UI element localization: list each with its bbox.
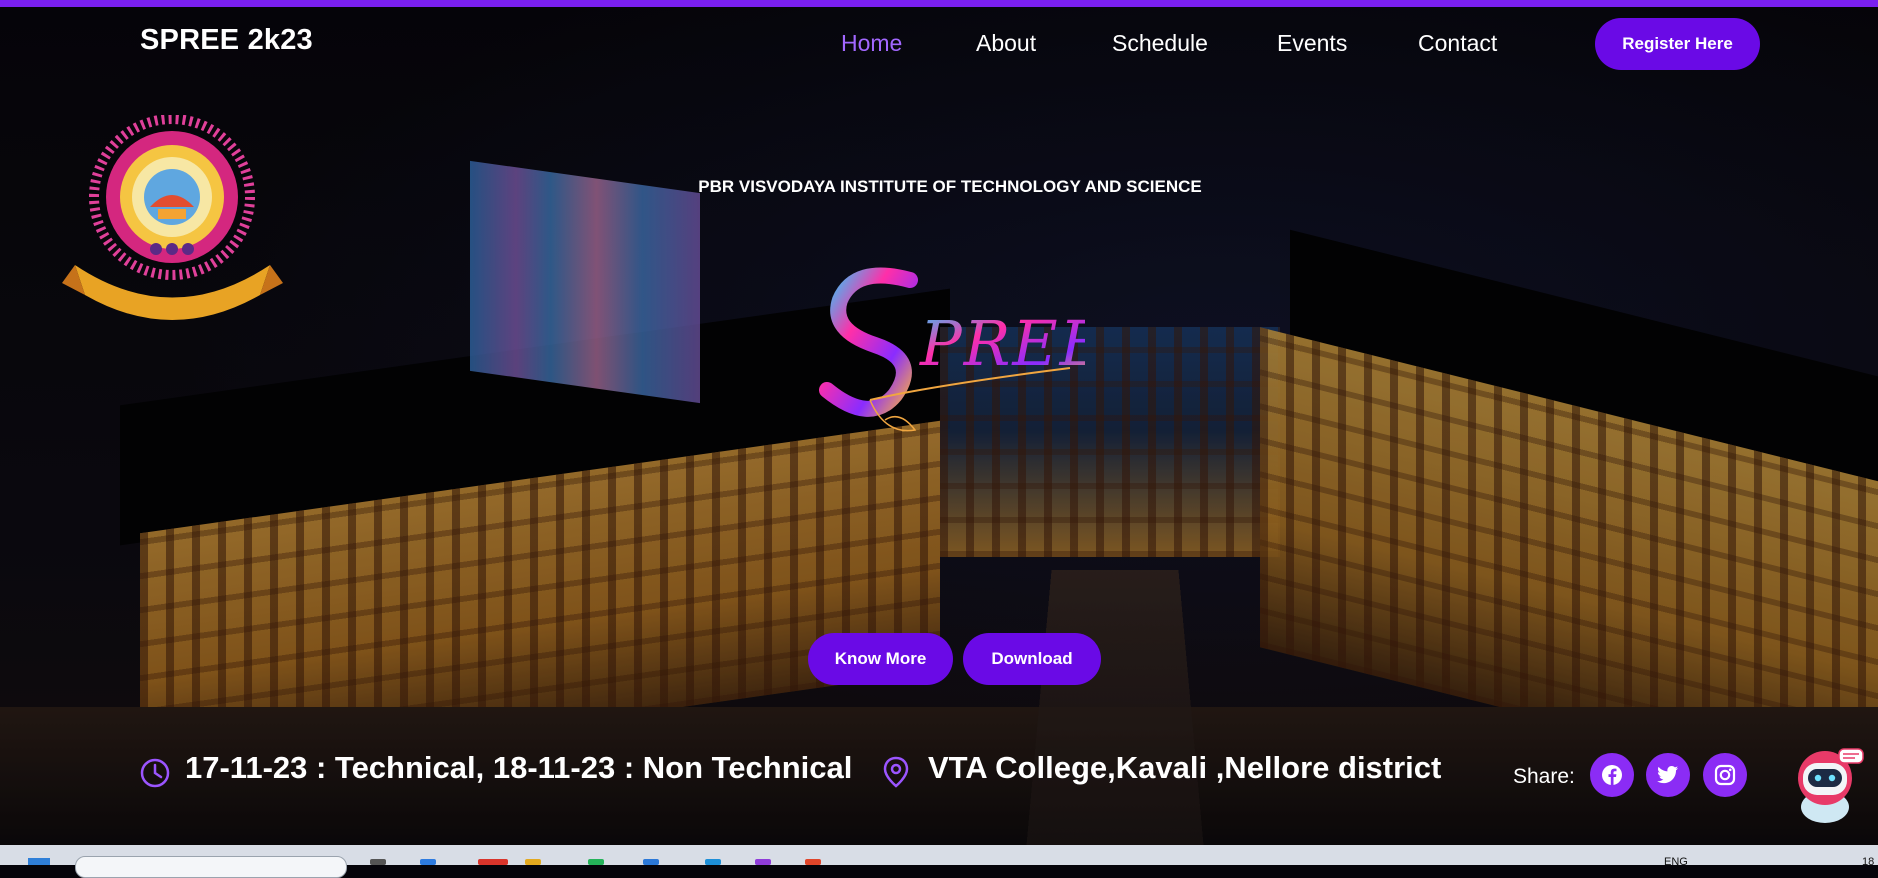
instagram-share-button[interactable]	[1703, 753, 1747, 797]
file-explorer-icon[interactable]	[525, 859, 541, 865]
whatsapp-icon[interactable]	[588, 859, 604, 865]
register-button[interactable]: Register Here	[1595, 18, 1760, 70]
task-view-icon[interactable]	[370, 859, 386, 865]
college-emblem-logo	[62, 115, 283, 320]
twitter-icon	[1657, 766, 1679, 784]
event-dates: 17-11-23 : Technical, 18-11-23 : Non Tec…	[185, 750, 853, 785]
windows-start-icon[interactable]	[28, 858, 50, 865]
app-icon-2[interactable]	[805, 859, 821, 865]
language-indicator[interactable]: ENG	[1664, 856, 1688, 868]
download-button[interactable]: Download	[963, 633, 1101, 685]
instagram-icon	[1714, 764, 1736, 786]
clock-icon	[140, 758, 170, 788]
nav-schedule[interactable]: Schedule	[1112, 30, 1208, 57]
facebook-share-button[interactable]	[1590, 753, 1634, 797]
chrome-browser-icon[interactable]	[478, 859, 508, 865]
facebook-icon	[1602, 765, 1622, 785]
twitter-share-button[interactable]	[1646, 753, 1690, 797]
taskbar-search-box[interactable]	[75, 856, 347, 878]
know-more-button[interactable]: Know More	[808, 633, 953, 685]
spree-logo: PREE	[819, 267, 1085, 432]
edge-browser-icon[interactable]	[420, 859, 436, 865]
nav-events[interactable]: Events	[1277, 30, 1347, 57]
app-icon[interactable]	[755, 859, 771, 865]
nav-contact[interactable]: Contact	[1418, 30, 1497, 57]
vscode-icon[interactable]	[705, 859, 721, 865]
site-brand[interactable]: SPREE 2k23	[140, 24, 313, 57]
event-location: VTA College,Kavali ,Nellore district	[928, 750, 1442, 785]
institute-name: PBR VISVODAYA INSTITUTE OF TECHNOLOGY AN…	[698, 177, 1202, 196]
nav-home[interactable]: Home	[841, 30, 902, 57]
store-icon[interactable]	[643, 859, 659, 865]
nav-about[interactable]: About	[976, 30, 1036, 57]
share-label: Share:	[1513, 765, 1575, 788]
top-accent-bar	[0, 0, 1878, 7]
chatbot-robot-icon[interactable]	[1795, 745, 1865, 825]
taskbar-clock[interactable]: 18	[1862, 856, 1874, 868]
location-pin-icon	[883, 756, 909, 788]
